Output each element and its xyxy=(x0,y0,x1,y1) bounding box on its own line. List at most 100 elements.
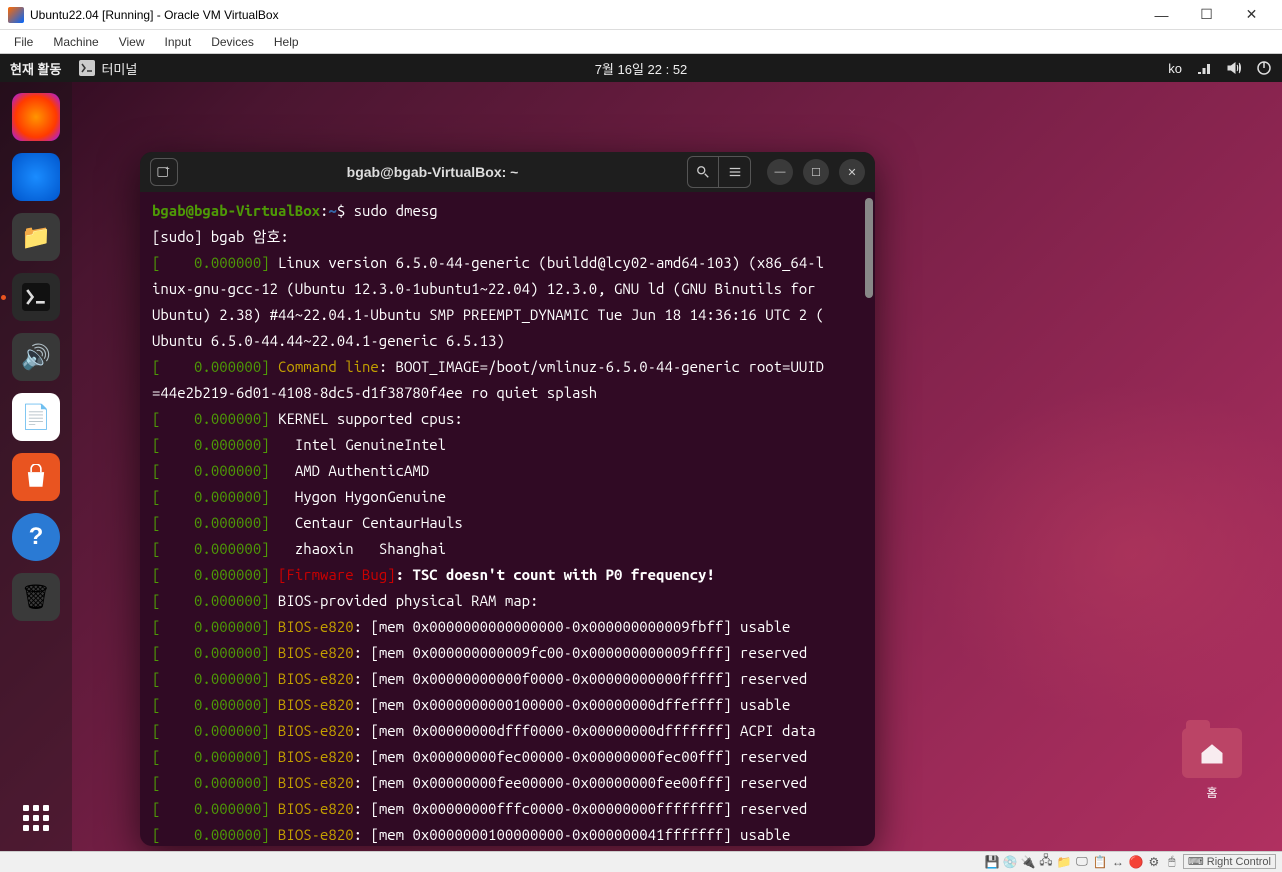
menu-file[interactable]: File xyxy=(6,33,41,51)
gnome-topbar: 현재 활동 터미널 7월 16일 22 : 52 ko xyxy=(0,54,1282,82)
status-shared-icon[interactable]: 📁 xyxy=(1057,855,1071,869)
files-icon: 📁 xyxy=(12,213,60,261)
dmesg-line: Ubuntu) 2.38) #44~22.04.1-Ubuntu SMP PRE… xyxy=(152,302,863,328)
input-language-indicator[interactable]: ko xyxy=(1168,61,1182,76)
window-controls: — ☐ ✕ xyxy=(1139,0,1274,30)
dock-firefox[interactable] xyxy=(9,90,63,144)
virtualbox-statusbar: 💾 💿 🔌 🖧 📁 🖵 📋 ↔ 🔴 ⚙ 🖱 ⌨ Right Control xyxy=(0,851,1282,871)
minimize-button[interactable]: — xyxy=(1139,0,1184,30)
menu-input[interactable]: Input xyxy=(157,33,200,51)
new-tab-button[interactable] xyxy=(150,158,178,186)
dmesg-line: [ 0.000000] AMD AuthenticAMD xyxy=(152,458,863,484)
power-icon[interactable] xyxy=(1256,60,1272,76)
dmesg-line: [ 0.000000] Intel GenuineIntel xyxy=(152,432,863,458)
document-icon: 📄 xyxy=(12,393,60,441)
status-recording-icon[interactable]: 🔴 xyxy=(1129,855,1143,869)
terminal-scrollbar[interactable] xyxy=(865,198,873,298)
status-display-icon[interactable]: 🖵 xyxy=(1075,855,1089,869)
dmesg-line: [ 0.000000] Centaur CentaurHauls xyxy=(152,510,863,536)
host-key-indicator[interactable]: ⌨ Right Control xyxy=(1183,854,1276,869)
dmesg-line: [ 0.000000] [Firmware Bug]: TSC doesn't … xyxy=(152,562,863,588)
virtualbox-title: Ubuntu22.04 [Running] - Oracle VM Virtua… xyxy=(30,8,1139,22)
menu-machine[interactable]: Machine xyxy=(45,33,106,51)
home-folder-label: 홈 xyxy=(1182,784,1242,801)
terminal-window: bgab@bgab-VirtualBox: ~ — ☐ ✕ bgab@bgab-… xyxy=(140,152,875,846)
status-clipboard-icon[interactable]: 📋 xyxy=(1093,855,1107,869)
dock-thunderbird[interactable] xyxy=(9,150,63,204)
trash-icon: 🗑 xyxy=(12,573,60,621)
dock-help[interactable]: ? xyxy=(9,510,63,564)
dmesg-line: [ 0.000000] BIOS-e820: [mem 0x00000000fe… xyxy=(152,770,863,796)
firefox-icon xyxy=(12,93,60,141)
terminal-search-button[interactable] xyxy=(687,156,719,188)
menu-view[interactable]: View xyxy=(111,33,153,51)
dmesg-line: [ 0.000000] BIOS-e820: [mem 0x0000000100… xyxy=(152,822,863,846)
status-cpu-icon[interactable]: ⚙ xyxy=(1147,855,1161,869)
dmesg-line: [ 0.000000] BIOS-provided physical RAM m… xyxy=(152,588,863,614)
terminal-titlebar[interactable]: bgab@bgab-VirtualBox: ~ — ☐ ✕ xyxy=(140,152,875,192)
dmesg-line: [ 0.000000] KERNEL supported cpus: xyxy=(152,406,863,432)
dmesg-line: [ 0.000000] zhaoxin Shanghai xyxy=(152,536,863,562)
terminal-minimize-button[interactable]: — xyxy=(767,159,793,185)
status-hdd-icon[interactable]: 💾 xyxy=(985,855,999,869)
volume-icon[interactable] xyxy=(1226,60,1242,76)
terminal-prompt-line: bgab@bgab-VirtualBox:~$ sudo dmesg xyxy=(152,198,863,224)
network-icon[interactable] xyxy=(1196,60,1212,76)
activities-button[interactable]: 현재 활동 xyxy=(10,59,61,78)
current-app-name: 터미널 xyxy=(101,59,137,78)
menu-help[interactable]: Help xyxy=(266,33,307,51)
status-usb-icon[interactable]: 🔌 xyxy=(1021,855,1035,869)
virtualbox-menubar: File Machine View Input Devices Help xyxy=(0,30,1282,54)
search-icon xyxy=(696,165,710,179)
terminal-icon xyxy=(79,60,95,76)
dmesg-line: [ 0.000000] BIOS-e820: [mem 0x0000000000… xyxy=(152,614,863,640)
dmesg-line: inux-gnu-gcc-12 (Ubuntu 12.3.0-1ubuntu1~… xyxy=(152,276,863,302)
virtualbox-titlebar[interactable]: Ubuntu22.04 [Running] - Oracle VM Virtua… xyxy=(0,0,1282,30)
show-applications-button[interactable] xyxy=(9,787,63,841)
dock-software[interactable] xyxy=(9,450,63,504)
dmesg-line: [ 0.000000] Linux version 6.5.0-44-gener… xyxy=(152,250,863,276)
shopping-bag-icon xyxy=(12,453,60,501)
status-network-icon[interactable]: 🖧 xyxy=(1039,855,1053,869)
menu-devices[interactable]: Devices xyxy=(203,33,262,51)
dmesg-line: [ 0.000000] Command line: BOOT_IMAGE=/bo… xyxy=(152,354,863,380)
clock[interactable]: 7월 16일 22 : 52 xyxy=(595,59,688,78)
close-button[interactable]: ✕ xyxy=(1229,0,1274,30)
dock-libreoffice[interactable]: 📄 xyxy=(9,390,63,444)
apps-grid-icon xyxy=(23,805,49,831)
dmesg-line: [ 0.000000] BIOS-e820: [mem 0x0000000000… xyxy=(152,692,863,718)
home-folder-icon xyxy=(1182,728,1242,778)
status-cd-icon[interactable]: 💿 xyxy=(1003,855,1017,869)
dmesg-line: [ 0.000000] BIOS-e820: [mem 0x0000000000… xyxy=(152,640,863,666)
status-drag-icon[interactable]: ↔ xyxy=(1111,855,1125,869)
dmesg-line: [ 0.000000] BIOS-e820: [mem 0x00000000ff… xyxy=(152,796,863,822)
dmesg-line: =44e2b219-6d01-4108-8dc5-d1f38780f4ee ro… xyxy=(152,380,863,406)
ubuntu-desktop: 현재 활동 터미널 7월 16일 22 : 52 ko 📁 🔊 📄 xyxy=(0,54,1282,851)
dmesg-line: Ubuntu 6.5.0-44.44~22.04.1-generic 6.5.1… xyxy=(152,328,863,354)
current-app-indicator[interactable]: 터미널 xyxy=(79,59,137,78)
terminal-maximize-button[interactable]: ☐ xyxy=(803,159,829,185)
dmesg-line: [ 0.000000] Hygon HygonGenuine xyxy=(152,484,863,510)
terminal-menu-button[interactable] xyxy=(719,156,751,188)
hamburger-icon xyxy=(728,165,742,179)
dock-terminal[interactable] xyxy=(9,270,63,324)
sudo-prompt: [sudo] bgab 암호: xyxy=(152,224,863,250)
terminal-content[interactable]: bgab@bgab-VirtualBox:~$ sudo dmesg [sudo… xyxy=(140,192,875,846)
dmesg-line: [ 0.000000] BIOS-e820: [mem 0x0000000000… xyxy=(152,666,863,692)
desktop-home-folder[interactable]: 홈 xyxy=(1182,728,1242,801)
dock: 📁 🔊 📄 ? 🗑 xyxy=(0,82,72,851)
terminal-close-button[interactable]: ✕ xyxy=(839,159,865,185)
dock-files[interactable]: 📁 xyxy=(9,210,63,264)
dmesg-line: [ 0.000000] BIOS-e820: [mem 0x00000000fe… xyxy=(152,744,863,770)
maximize-button[interactable]: ☐ xyxy=(1184,0,1229,30)
dock-rhythmbox[interactable]: 🔊 xyxy=(9,330,63,384)
virtualbox-icon xyxy=(8,7,24,23)
question-icon: ? xyxy=(12,513,60,561)
status-mouse-icon[interactable]: 🖱 xyxy=(1165,855,1179,869)
dmesg-line: [ 0.000000] BIOS-e820: [mem 0x00000000df… xyxy=(152,718,863,744)
new-tab-icon xyxy=(157,165,171,179)
speaker-icon: 🔊 xyxy=(12,333,60,381)
terminal-icon xyxy=(12,273,60,321)
thunderbird-icon xyxy=(12,153,60,201)
dock-trash[interactable]: 🗑 xyxy=(9,570,63,624)
